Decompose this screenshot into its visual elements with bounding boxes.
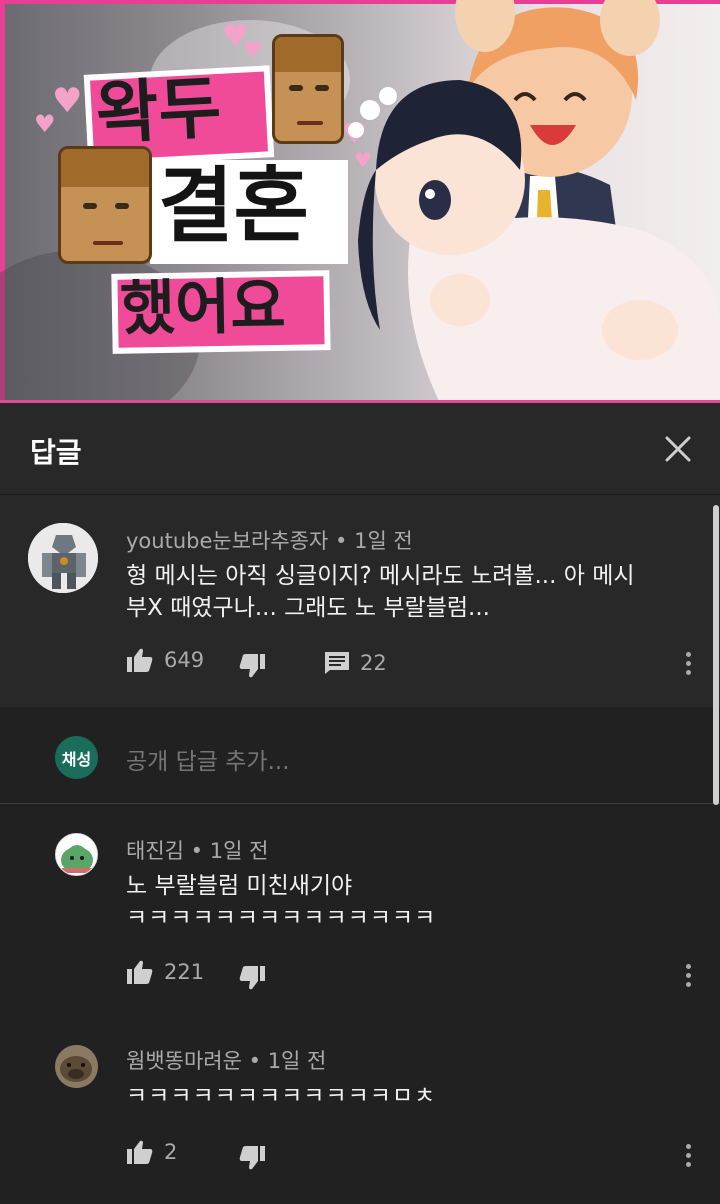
thumbnail-title-line-3: 했어요 [119,271,287,345]
reply-count-button[interactable]: 22 [324,651,387,675]
thumbs-down-icon [239,654,265,678]
avatar[interactable] [28,523,98,593]
meta-separator: • [248,1049,261,1073]
more-options-button[interactable] [684,1144,692,1172]
reply-item: 태진김 • 1일 전 노 부랄블럼 미친새기야 ㅋㅋㅋㅋㅋㅋㅋㅋㅋㅋㅋㅋㅋㅋ 2… [0,805,720,1015]
thumbs-up-icon [127,960,153,984]
wombat-avatar-icon [55,1045,98,1088]
thumbnail-title-line-1: 왁두 [93,68,224,155]
like-count: 221 [164,960,205,984]
add-reply-row: 채성 [0,707,720,804]
replies-header: 답글 [0,403,720,495]
like-button[interactable]: 221 [126,959,204,985]
reply-input[interactable] [126,744,666,780]
dislike-button[interactable] [238,653,266,679]
dislike-button[interactable] [238,965,266,991]
heart-icon: ♥ [52,81,83,121]
thumbnail-title-line-2: 결혼 [158,159,309,254]
comment-time: 1일 전 [354,529,413,553]
comment-meta: youtube눈보라추종자 • 1일 전 [126,525,413,555]
reply-item: 웜뱃똥마려운 • 1일 전 ㅋㅋㅋㅋㅋㅋㅋㅋㅋㅋㅋㅋㅁㅊ 2 [0,1015,720,1204]
thumbs-down-icon [239,1146,265,1170]
parent-comment: youtube눈보라추종자 • 1일 전 형 메시는 아직 싱글이지? 메시라도… [0,495,720,707]
like-count: 649 [164,648,205,672]
comment-author[interactable]: youtube눈보라추종자 [126,529,328,553]
meta-separator: • [335,529,348,553]
replies-title: 답글 [30,436,82,469]
comment-text-line-1: 형 메시는 아직 싱글이지? 메시라도 노려볼... 아 메시 [126,563,635,589]
meta-separator: • [190,839,204,863]
comment-meta: 태진김 • 1일 전 [126,835,268,865]
thumbs-up-icon [127,648,153,672]
scrollbar[interactable] [713,505,719,805]
heart-icon: ♥ [34,110,56,138]
comment-author[interactable]: 태진김 [126,839,184,863]
face-sticker [272,34,344,144]
comment-text-line-2: ㅋㅋㅋㅋㅋㅋㅋㅋㅋㅋㅋㅋㅋㅋ [126,905,437,931]
avatar[interactable] [55,1045,98,1088]
comment-meta: 웜뱃똥마려운 • 1일 전 [126,1045,326,1075]
video-player[interactable]: ♥ ♥ ♥ ♥ ♥ ♥ 왁두 결혼 했어요 [0,0,720,403]
thumbs-down-icon [239,966,265,990]
dislike-button[interactable] [238,1145,266,1171]
comment-time: 1일 전 [209,839,269,863]
reply-count: 22 [360,651,387,675]
avatar[interactable] [55,833,98,876]
couple-illustration [348,0,720,403]
close-button[interactable] [660,431,696,467]
thumbs-up-icon [127,1140,153,1164]
comment-icon [325,652,349,674]
comment-text-line-1: 노 부랄블럼 미친새기야 [126,873,353,899]
more-options-button[interactable] [684,964,692,992]
comment-author[interactable]: 웜뱃똥마려운 [126,1049,242,1073]
like-count: 2 [164,1140,178,1164]
like-button[interactable]: 649 [126,647,204,673]
more-options-button[interactable] [684,652,692,680]
more-vertical-icon [685,964,691,969]
slime-avatar-icon [61,845,93,873]
more-vertical-icon [685,652,691,657]
robot-avatar-icon [28,523,98,593]
more-vertical-icon [685,1144,691,1149]
current-user-avatar[interactable]: 채성 [55,736,98,779]
comment-time: 1일 전 [267,1049,327,1073]
like-button[interactable]: 2 [126,1139,177,1165]
heart-icon: ♥ [243,38,263,63]
face-sticker [58,146,152,264]
comment-text-line-2: 부X 때였구나... 그래도 노 부랄블럼... [126,595,490,621]
close-icon [665,436,691,462]
comment-text-line-1: ㅋㅋㅋㅋㅋㅋㅋㅋㅋㅋㅋㅋㅁㅊ [126,1083,437,1109]
